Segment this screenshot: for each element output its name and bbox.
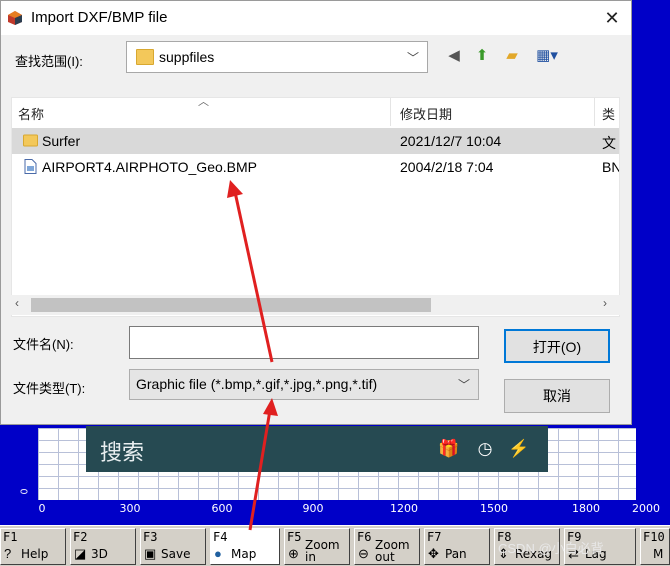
column-separator[interactable] xyxy=(390,98,391,126)
x-tick-label: 1200 xyxy=(390,502,418,515)
search-label: 搜索 xyxy=(100,441,145,466)
y-tick-label: 0 xyxy=(19,488,31,495)
fkey-label: 3D xyxy=(91,547,108,561)
fkey-number: F4 xyxy=(213,530,228,544)
fkey-number: F3 xyxy=(143,530,158,544)
zoom-out-icon: ⊖ xyxy=(358,546,369,561)
fkey-label: M xyxy=(653,547,664,561)
fkey-label: Zoom out xyxy=(375,538,410,564)
file-type: BN xyxy=(602,159,620,175)
file-icon xyxy=(24,159,37,174)
horizontal-scrollbar[interactable]: ‹ › xyxy=(11,295,620,315)
pan-icon: ✥ xyxy=(428,546,439,561)
lightning-icon[interactable]: ⚡ xyxy=(508,438,530,460)
filename-input[interactable] xyxy=(129,326,479,359)
fkey-number: F6 xyxy=(357,530,372,544)
up-folder-icon[interactable]: ⬆ xyxy=(471,45,493,67)
x-tick-label: 300 xyxy=(119,502,141,515)
scroll-right-icon[interactable]: › xyxy=(603,296,607,310)
help-icon: ? xyxy=(4,546,12,561)
file-list[interactable]: ︿ 名称 修改日期 类 Surfer 2021/12/7 10:04 文 AIR… xyxy=(11,97,620,317)
file-name: AIRPORT4.AIRPHOTO_Geo.BMP xyxy=(42,159,257,175)
fkey-number: F10 xyxy=(643,530,665,544)
scrollbar-thumb[interactable] xyxy=(31,298,431,312)
filetype-label: 文件类型(T): xyxy=(13,381,86,396)
f5-zoom-in-button[interactable]: F5 ⊕ Zoom in xyxy=(284,528,350,565)
f7-pan-button[interactable]: F7 ✥ Pan xyxy=(424,528,490,565)
search-bar[interactable]: 搜索 🎁 ◷ ⚡ xyxy=(86,426,548,472)
folder-icon xyxy=(136,49,154,65)
file-row[interactable]: AIRPORT4.AIRPHOTO_Geo.BMP 2004/2/18 7:04… xyxy=(12,154,620,180)
fkey-label: Help xyxy=(21,547,49,561)
file-date: 2004/2/18 7:04 xyxy=(400,159,494,175)
fkey-label: Save xyxy=(161,547,191,561)
clock-icon[interactable]: ◷ xyxy=(474,438,496,460)
fkey-label: Zoom in xyxy=(305,538,340,564)
f10-button[interactable]: F10 M xyxy=(640,528,670,565)
column-header-type[interactable]: 类 xyxy=(602,104,615,123)
f1-help-button[interactable]: F1 ? Help xyxy=(0,528,66,565)
x-tick-label: 900 xyxy=(302,502,324,515)
open-button[interactable]: 打开(O) xyxy=(504,329,610,363)
filetype-select[interactable]: Graphic file (*.bmp,*.gif,*.jpg,*.png,*.… xyxy=(129,369,479,400)
fkey-label: Map xyxy=(231,547,257,561)
file-row[interactable]: Surfer 2021/12/7 10:04 文 xyxy=(12,128,619,154)
view-menu-icon[interactable]: ▦▾ xyxy=(531,45,563,67)
f6-zoom-out-button[interactable]: F6 ⊖ Zoom out xyxy=(354,528,420,565)
globe-icon: ● xyxy=(214,546,222,561)
3d-icon: ◪ xyxy=(74,546,87,561)
lookin-label: 查找范围(I): xyxy=(15,54,83,69)
fkey-number: F5 xyxy=(287,530,302,544)
close-button[interactable]: ✕ xyxy=(598,5,626,31)
filename-label: 文件名(N): xyxy=(13,337,74,352)
x-tick-label: 600 xyxy=(211,502,233,515)
file-name: Surfer xyxy=(42,133,81,149)
f3-save-button[interactable]: F3 ▣ Save xyxy=(140,528,206,565)
sort-arrow-icon: ︿ xyxy=(198,97,209,108)
folder-icon xyxy=(23,134,38,147)
filetype-value: Graphic file (*.bmp,*.gif,*.jpg,*.png,*.… xyxy=(136,376,378,392)
column-header-name[interactable]: 名称 xyxy=(18,104,44,123)
file-date: 2021/12/7 10:04 xyxy=(400,133,502,149)
f4-map-button[interactable]: F4 ● Map xyxy=(210,528,280,565)
gift-icon[interactable]: 🎁 xyxy=(438,438,460,460)
column-separator[interactable] xyxy=(594,98,595,126)
watermark: CSDN @小白必背 xyxy=(498,541,604,556)
file-type: 文 xyxy=(602,135,616,151)
scroll-left-icon[interactable]: ‹ xyxy=(15,296,19,310)
x-tick-label: 1800 xyxy=(572,502,600,515)
fkey-number: F2 xyxy=(73,530,88,544)
zoom-in-icon: ⊕ xyxy=(288,546,299,561)
chevron-down-icon: ﹀ xyxy=(406,51,419,65)
save-icon: ▣ xyxy=(144,546,157,561)
fkey-number: F7 xyxy=(427,530,442,544)
app-icon xyxy=(8,11,22,25)
lookin-value: suppfiles xyxy=(159,49,215,65)
lookin-dropdown[interactable]: suppfiles ﹀ xyxy=(126,41,428,73)
column-header-date[interactable]: 修改日期 xyxy=(400,104,452,123)
f2-3d-button[interactable]: F2 ◪ 3D xyxy=(70,528,136,565)
title-bar[interactable]: Import DXF/BMP file ✕ xyxy=(1,1,631,35)
dialog-title: Import DXF/BMP file xyxy=(31,9,168,26)
back-icon[interactable]: ◀ xyxy=(443,45,465,67)
fkey-label: Pan xyxy=(445,547,467,561)
x-tick-label: 2000 xyxy=(632,502,660,515)
fkey-number: F1 xyxy=(3,530,18,544)
new-folder-icon[interactable]: ▰ xyxy=(501,45,523,67)
chevron-down-icon: ﹀ xyxy=(457,378,470,392)
x-tick-label: 0 xyxy=(38,502,46,515)
x-tick-label: 1500 xyxy=(480,502,508,515)
cancel-button[interactable]: 取消 xyxy=(504,379,610,413)
import-dialog: Import DXF/BMP file ✕ 查找范围(I): suppfiles… xyxy=(0,0,632,425)
